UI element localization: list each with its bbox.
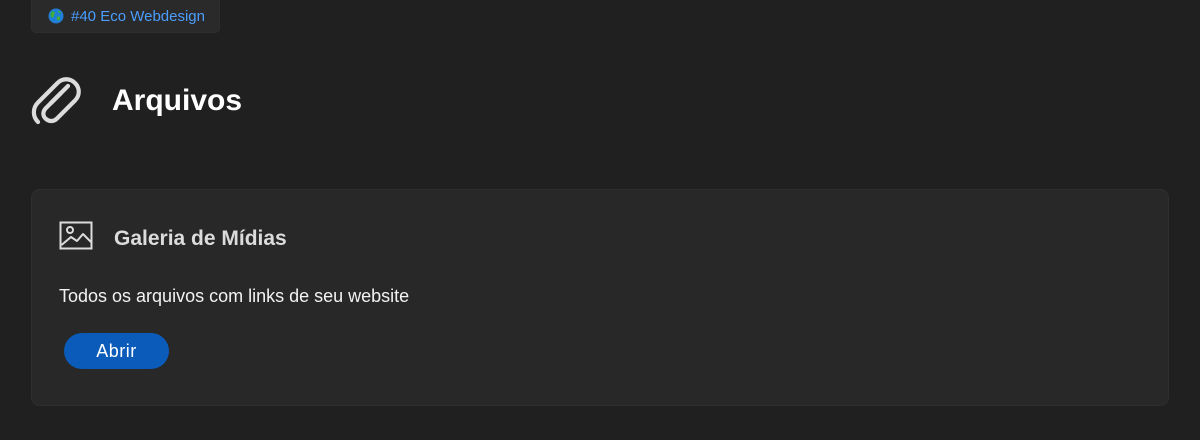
- image-icon: [59, 221, 93, 249]
- page-header: Arquivos: [28, 70, 242, 130]
- card-description: Todos os arquivos com links de seu websi…: [59, 286, 410, 306]
- page-title: Arquivos: [112, 84, 243, 117]
- project-tag-label: #40 Eco Webdesign: [71, 7, 205, 25]
- project-tag[interactable]: #40 Eco Webdesign: [31, 0, 220, 33]
- open-button[interactable]: Abrir: [64, 333, 169, 369]
- card-header: Galeria de Mídias: [59, 220, 287, 251]
- card-title: Galeria de Mídias: [114, 227, 287, 250]
- globe-icon: [48, 8, 64, 24]
- page: #40 Eco Webdesign Arquivos Galeria de Mí…: [0, 0, 1200, 440]
- paperclip-icon: [31, 77, 81, 125]
- media-gallery-card: Galeria de Mídias Todos os arquivos com …: [31, 189, 1169, 406]
